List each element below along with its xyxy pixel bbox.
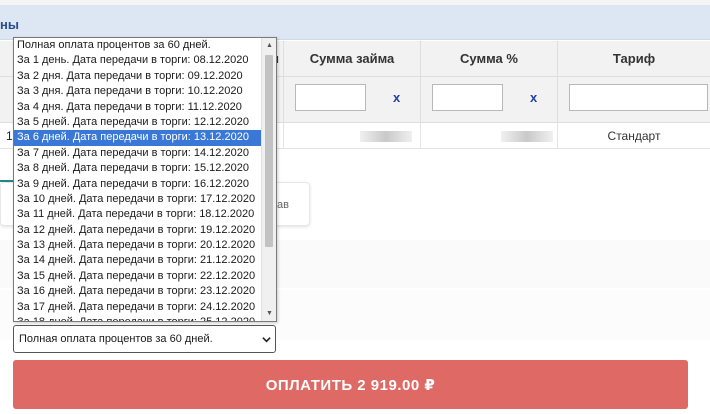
table-cell-interest-amount	[421, 123, 558, 149]
dropdown-option[interactable]: За 16 дней. Дата передачи в торги: 23.12…	[14, 284, 262, 299]
pay-button[interactable]: ОПЛАТИТЬ 2 919.00 ₽	[13, 360, 688, 409]
dropdown-option[interactable]: Полная оплата процентов за 60 дней.	[14, 38, 262, 53]
table-cell-tariff: Стандарт	[558, 123, 710, 149]
dropdown-option[interactable]: За 9 дней. Дата передачи в торги: 16.12.…	[14, 177, 262, 192]
payment-option-selected-value: Полная оплата процентов за 60 дней.	[19, 333, 213, 345]
dropdown-option[interactable]: За 15 дней. Дата передачи в торги: 22.12…	[14, 269, 262, 284]
tariff-value: Стандарт	[607, 129, 661, 143]
dropdown-option[interactable]: За 17 дней. Дата передачи в торги: 24.12…	[14, 300, 262, 315]
tariff-filter-input[interactable]	[569, 84, 708, 111]
dropdown-option[interactable]: За 6 дней. Дата передачи в торги: 13.12.…	[14, 130, 262, 146]
dropdown-option[interactable]: За 5 дней. Дата передачи в торги: 12.12.…	[14, 115, 262, 130]
payment-option-list: Полная оплата процентов за 60 дней. За 1 …	[14, 38, 262, 321]
dropdown-option[interactable]: За 1 день. Дата передачи в торги: 08.12.…	[14, 53, 262, 68]
dropdown-option[interactable]: За 8 дней. Дата передачи в торги: 15.12.…	[14, 161, 262, 176]
dropdown-option[interactable]: За 14 дней. Дата передачи в торги: 21.12…	[14, 253, 262, 268]
row-left-fragment: 1	[6, 129, 13, 143]
loan-amount-filter-clear[interactable]: x	[393, 90, 400, 105]
redacted-value	[501, 131, 553, 142]
dropdown-option[interactable]: За 7 дней. Дата передачи в торги: 14.12.…	[14, 146, 262, 161]
table-cell-loan-amount	[284, 123, 421, 149]
column-header-tariff[interactable]: Тариф	[558, 41, 710, 77]
dropdown-option[interactable]: За 2 дня. Дата передачи в торги: 09.12.2…	[14, 69, 262, 84]
filter-cell-loan-amount: x	[284, 77, 421, 123]
listbox-scrollbar[interactable]: ▲ ▼	[261, 38, 276, 321]
loan-amount-filter-input[interactable]	[295, 84, 366, 111]
scrollbar-thumb[interactable]	[265, 55, 273, 247]
pay-button-label: ОПЛАТИТЬ 2 919.00 ₽	[265, 376, 436, 394]
page-header-band: ны	[0, 0, 710, 40]
chevron-down-icon	[262, 337, 271, 343]
dropdown-option[interactable]: За 4 дня. Дата передачи в торги: 11.12.2…	[14, 100, 262, 115]
dropdown-option[interactable]: За 18 дней. Дата передачи в торги: 25.12…	[14, 315, 262, 321]
triangle-up-icon[interactable]: ▲	[262, 38, 276, 53]
column-header-interest-amount-label: Сумма %	[460, 51, 518, 66]
filter-cell-interest-amount: x	[421, 77, 558, 123]
dropdown-option[interactable]: За 13 дней. Дата передачи в торги: 20.12…	[14, 238, 262, 253]
filter-cell-tariff	[558, 77, 710, 123]
dropdown-option[interactable]: За 3 дня. Дата передачи в торги: 10.12.2…	[14, 84, 262, 99]
background-tab-text-fragment: ав	[277, 199, 289, 211]
page-title-fragment: ны	[0, 17, 19, 32]
column-header-tariff-label: Тариф	[612, 51, 656, 66]
redacted-value	[360, 131, 412, 142]
dropdown-option[interactable]: За 10 дней. Дата передачи в торги: 17.12…	[14, 192, 262, 207]
column-header-loan-amount[interactable]: Сумма займа	[284, 41, 421, 77]
payment-option-listbox[interactable]: Полная оплата процентов за 60 дней. За 1 …	[13, 37, 277, 322]
dropdown-option[interactable]: За 11 дней. Дата передачи в торги: 18.12…	[14, 207, 262, 222]
interest-amount-filter-clear[interactable]: x	[530, 90, 537, 105]
column-header-interest-amount[interactable]: Сумма %	[421, 41, 558, 77]
interest-amount-filter-input[interactable]	[432, 84, 503, 111]
payment-option-select[interactable]: Полная оплата процентов за 60 дней.	[13, 325, 276, 353]
dropdown-option[interactable]: За 12 дней. Дата передачи в торги: 19.12…	[14, 223, 262, 238]
column-header-loan-amount-label: Сумма займа	[309, 51, 395, 66]
triangle-down-icon[interactable]: ▼	[262, 306, 276, 321]
